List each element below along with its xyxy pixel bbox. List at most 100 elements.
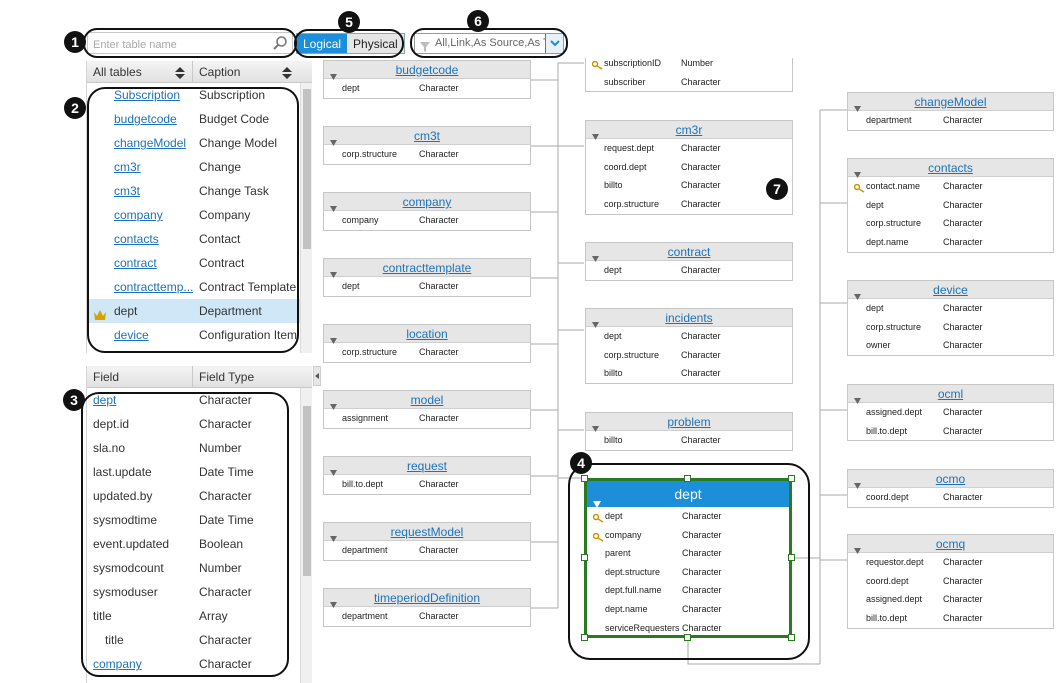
callout-badge-2: 2 xyxy=(64,97,86,119)
field-type: Character xyxy=(943,199,983,210)
entity-title-link[interactable]: ocmq xyxy=(936,537,965,551)
field-name: dept xyxy=(866,199,884,210)
field-type: Character xyxy=(943,425,983,436)
field-type-column-header[interactable]: Field Type xyxy=(193,366,299,387)
field-type: Character xyxy=(943,340,983,351)
entity-field-row: subscriber Character xyxy=(586,73,792,92)
entity-request[interactable]: request bill.to.dept Character xyxy=(323,456,531,495)
entity-title-link[interactable]: timeperiodDefinition xyxy=(374,591,480,605)
entity-field-row: coord.dept Character xyxy=(848,572,1053,591)
entity-title-link[interactable]: request xyxy=(407,459,447,473)
all-tables-column-header[interactable]: All tables xyxy=(87,61,193,82)
field-type: Character xyxy=(943,575,983,586)
collapse-panel-button[interactable] xyxy=(313,366,321,386)
entity-title-link[interactable]: contract xyxy=(668,245,711,259)
field-type: Character xyxy=(419,83,459,93)
field-name: coord.dept xyxy=(604,161,647,172)
entity-title-link[interactable]: incidents xyxy=(665,311,712,325)
callout-ring-filter xyxy=(410,28,568,58)
caption-column-header[interactable]: Caption xyxy=(193,61,299,82)
field-type: Character xyxy=(419,215,459,225)
entity-contacts[interactable]: contacts contact.name Character dept Chara… xyxy=(847,158,1054,253)
entity-title-link[interactable]: model xyxy=(411,393,444,407)
entity-budgetcode[interactable]: budgetcode dept Character xyxy=(323,60,531,99)
entity-ocmo[interactable]: ocmo coord.dept Character xyxy=(847,469,1054,508)
entity-contract[interactable]: contract dept Character xyxy=(585,242,793,281)
entity-device[interactable]: device dept Character corp.structure Chara… xyxy=(847,280,1054,357)
entity-cm3t[interactable]: cm3t corp.structure Character xyxy=(323,126,531,165)
field-name: department xyxy=(342,545,388,555)
scrollbar-thumb[interactable] xyxy=(303,406,311,576)
entity-title-link[interactable]: cm3r xyxy=(676,123,703,137)
tables-scrollbar[interactable] xyxy=(300,83,312,353)
field-type: Character xyxy=(943,492,983,502)
entity-location[interactable]: location corp.structure Character xyxy=(323,324,531,363)
entity-title-link[interactable]: location xyxy=(406,327,447,341)
entity-title-link[interactable]: budgetcode xyxy=(396,63,459,77)
entity-requestmodel[interactable]: requestModel department Character xyxy=(323,522,531,561)
field-type: Character xyxy=(681,76,721,87)
entity-incidents[interactable]: incidents dept Character corp.structure Ch… xyxy=(585,308,793,385)
entity-title-link[interactable]: ocmo xyxy=(936,472,965,486)
field-type: Character xyxy=(943,237,983,248)
entity-field-row: department Character xyxy=(324,607,530,626)
entity-field-row: billto Character xyxy=(586,431,792,450)
field-name: corp.structure xyxy=(866,218,922,229)
entity-ocmq[interactable]: ocmq requestor.dept Character coord.dept C… xyxy=(847,534,1054,629)
entity-field-row: subscriptionID Number xyxy=(586,58,792,73)
entity-field-row: corp.structure Character xyxy=(848,214,1053,233)
entity-model[interactable]: model assignment Character xyxy=(323,390,531,429)
column-header-label: Field Type xyxy=(199,370,255,384)
entity-title-link[interactable]: cm3t xyxy=(414,129,440,143)
field-type: Character xyxy=(943,613,983,624)
entity-title-link[interactable]: contacts xyxy=(928,161,973,175)
entity-ocml[interactable]: ocml assigned.dept Character bill.to.dept… xyxy=(847,384,1054,442)
column-header-label: All tables xyxy=(93,65,142,79)
entity-field-row: corp.structure Character xyxy=(848,318,1053,337)
field-column-header[interactable]: Field xyxy=(87,366,193,387)
field-name: coord.dept xyxy=(866,575,909,586)
field-type: Character xyxy=(943,181,983,191)
entity-field-row: corp.structure Character xyxy=(586,195,792,214)
field-name: bill.to.dept xyxy=(866,613,908,624)
fields-scrollbar[interactable] xyxy=(300,388,312,683)
field-name: dept xyxy=(342,281,360,291)
entity-problem[interactable]: problem billto Character xyxy=(585,412,793,451)
field-name: dept xyxy=(604,331,622,341)
field-type: Character xyxy=(419,149,459,159)
entity-title-link[interactable]: requestModel xyxy=(391,525,464,539)
field-name: dept xyxy=(866,303,884,313)
entity-title-link[interactable]: device xyxy=(933,283,968,297)
entity-changemodel[interactable]: changeModel department Character xyxy=(847,92,1054,131)
field-name: owner xyxy=(866,340,891,351)
field-name: requestor.dept xyxy=(866,557,924,567)
entity-subscription[interactable]: subscriptionID Number subscriber Character xyxy=(585,58,793,93)
entity-contracttemplate[interactable]: contracttemplate dept Character xyxy=(323,258,531,297)
callout-badge-3: 3 xyxy=(63,389,85,411)
callout-ring-main-entity xyxy=(568,463,810,660)
entity-field-row: bill.to.dept Character xyxy=(324,475,530,494)
entity-field-row: owner Character xyxy=(848,336,1053,355)
entity-cm3r[interactable]: cm3r request.dept Character coord.dept Cha… xyxy=(585,120,793,215)
field-type: Character xyxy=(419,545,459,555)
scrollbar-thumb[interactable] xyxy=(303,89,311,249)
field-name: company xyxy=(342,215,379,225)
entity-company[interactable]: company company Character xyxy=(323,192,531,231)
entity-title-link[interactable]: changeModel xyxy=(914,95,986,109)
entity-title-link[interactable]: ocml xyxy=(938,387,963,401)
entity-field-row: corp.structure Character xyxy=(324,343,530,362)
entity-field-row: requestor.dept Character xyxy=(848,553,1053,572)
field-type: Character xyxy=(681,435,721,445)
field-type: Character xyxy=(943,115,983,125)
entity-title-link[interactable]: company xyxy=(403,195,452,209)
field-name: subscriber xyxy=(604,76,646,87)
field-type: Character xyxy=(681,180,721,191)
callout-badge-1: 1 xyxy=(64,31,86,53)
entity-field-row: dept Character xyxy=(848,299,1053,318)
entity-title-link[interactable]: problem xyxy=(667,415,710,429)
entity-timeperioddefinition[interactable]: timeperiodDefinition department Character xyxy=(323,588,531,627)
entity-title-link[interactable]: contracttemplate xyxy=(383,261,472,275)
field-type: Character xyxy=(419,413,459,423)
entity-field-row: dept Character xyxy=(586,261,792,280)
field-type: Character xyxy=(681,161,721,172)
